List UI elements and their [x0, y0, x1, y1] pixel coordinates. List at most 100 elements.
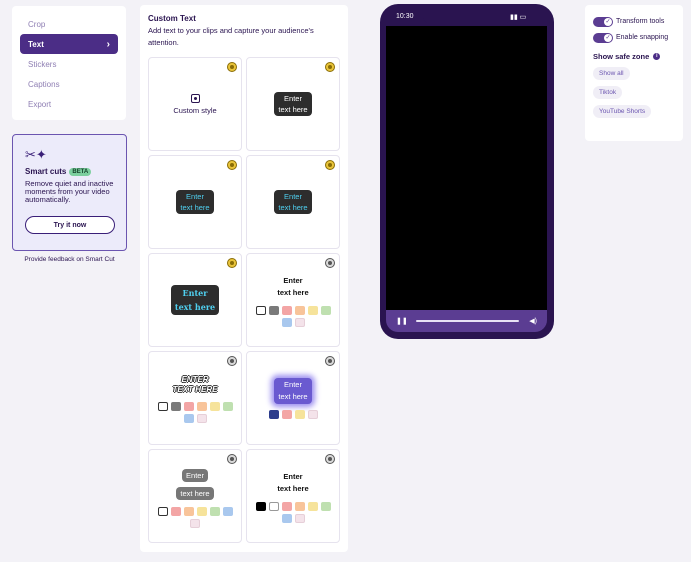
text-preview: Enter text here	[277, 471, 309, 493]
swatch-pink[interactable]	[183, 401, 194, 411]
transform-tools-label: Transform tools	[616, 18, 665, 25]
swatch-rose[interactable]	[196, 413, 207, 423]
swatch-yellow[interactable]	[196, 506, 207, 516]
swatch-green[interactable]	[222, 401, 233, 411]
swatch-gray[interactable]	[268, 305, 279, 315]
volume-icon[interactable]: ◀)	[525, 317, 537, 325]
scissors-sparkle-icon: ✂✦	[25, 147, 47, 162]
swatch-yellow[interactable]	[209, 401, 220, 411]
swatch-pink[interactable]	[281, 501, 292, 511]
chip-show-all[interactable]: Show all	[593, 67, 630, 80]
swatch-white[interactable]	[157, 401, 168, 411]
swatch-navy[interactable]	[268, 409, 279, 419]
swatch-orange[interactable]	[294, 501, 305, 511]
info-icon[interactable]: i	[653, 53, 661, 60]
color-swatches	[157, 401, 233, 423]
swatch-yellow[interactable]	[307, 501, 318, 511]
text-style-plain[interactable]: Enter text here	[246, 253, 340, 347]
enable-snapping-label: Enable snapping	[616, 34, 669, 41]
enable-snapping-toggle[interactable]: ✓	[593, 32, 613, 43]
seek-bar[interactable]	[416, 320, 519, 322]
swatch-blue[interactable]	[281, 317, 292, 327]
text-preview: Enter text here	[274, 190, 312, 214]
custom-style-icon	[190, 93, 200, 103]
settings-icon	[325, 356, 335, 366]
color-swatches	[255, 305, 331, 327]
phone-preview: 10:30 ▮▮ ▭ ❚❚ ◀)	[380, 4, 554, 339]
safe-zone-title: Show safe zone i	[593, 52, 675, 61]
swatch-rose[interactable]	[294, 513, 305, 523]
swatch-pink[interactable]	[281, 409, 292, 419]
nav-item-stickers[interactable]: Stickers	[20, 54, 118, 74]
swatch-pink[interactable]	[281, 305, 292, 315]
text-style-bold-cyan[interactable]: Enter text here	[148, 253, 242, 347]
nav-item-label: Text	[28, 39, 44, 49]
editor-nav: Crop Text › Stickers Captions Export	[12, 6, 126, 120]
custom-text-panel: Custom Text Add text to your clips and c…	[140, 5, 348, 552]
premium-icon	[227, 160, 237, 170]
text-style-plain-2[interactable]: Enter text here	[246, 449, 340, 543]
swatch-green[interactable]	[320, 501, 331, 511]
text-preview: Enter text here	[277, 275, 309, 297]
transform-tools-toggle[interactable]: ✓	[593, 16, 613, 27]
swatch-orange[interactable]	[196, 401, 207, 411]
video-canvas[interactable]	[386, 26, 547, 310]
swatch-green[interactable]	[320, 305, 331, 315]
battery-icon: ▮▮ ▭	[510, 14, 527, 21]
swatch-pink[interactable]	[170, 506, 181, 516]
transform-tools-row: ✓ Transform tools	[593, 15, 675, 28]
swatch-blue[interactable]	[281, 513, 292, 523]
text-style-glow[interactable]: Enter text here	[246, 351, 340, 445]
settings-icon	[325, 258, 335, 268]
text-style-dark-white[interactable]: Enter text here	[246, 57, 340, 151]
swatch-black[interactable]	[255, 501, 266, 511]
swatch-rose[interactable]	[190, 518, 200, 528]
enable-snapping-row: ✓ Enable snapping	[593, 31, 675, 44]
panel-description: Add text to your clips and capture your …	[148, 26, 314, 47]
swatch-white[interactable]	[157, 506, 168, 516]
swatch-yellow[interactable]	[294, 409, 305, 419]
text-style-gray[interactable]: Enter text here	[148, 449, 242, 543]
swatch-blue[interactable]	[183, 413, 194, 423]
chip-tiktok[interactable]: Tiktok	[593, 86, 623, 99]
nav-item-text[interactable]: Text ›	[20, 34, 118, 54]
nav-item-export[interactable]: Export	[20, 94, 118, 114]
swatch-rose[interactable]	[307, 409, 318, 419]
chip-youtube-shorts[interactable]: YouTube Shorts	[593, 105, 652, 118]
premium-icon	[325, 160, 335, 170]
custom-style-label: Custom style	[173, 105, 217, 115]
text-style-dark-cyan-2[interactable]: Enter text here	[246, 155, 340, 249]
swatch-white[interactable]	[268, 501, 279, 511]
swatch-white[interactable]	[255, 305, 266, 315]
swatch-rose[interactable]	[294, 317, 305, 327]
settings-icon	[325, 454, 335, 464]
swatch-green[interactable]	[209, 506, 220, 516]
nav-item-label: Export	[28, 99, 52, 109]
nav-item-label: Captions	[28, 79, 60, 89]
check-icon: ✓	[604, 17, 612, 26]
text-style-dark-cyan[interactable]: Enter text here	[148, 155, 242, 249]
nav-item-label: Stickers	[28, 59, 57, 69]
swatch-gray[interactable]	[170, 401, 181, 411]
text-style-grid: Custom style Enter text here Enter text he…	[148, 57, 340, 543]
pause-icon[interactable]: ❚❚	[396, 317, 410, 325]
text-preview: Enter text here	[170, 285, 220, 315]
beta-badge: BETA	[69, 167, 92, 176]
color-swatches	[268, 409, 318, 419]
panel-title: Custom Text	[148, 14, 196, 23]
player-controls: ❚❚ ◀)	[386, 310, 547, 332]
swatch-orange[interactable]	[183, 506, 194, 516]
swatch-blue[interactable]	[222, 506, 233, 516]
try-it-now-button[interactable]: Try it now	[25, 216, 115, 234]
text-style-custom[interactable]: Custom style	[148, 57, 242, 151]
color-swatches	[157, 506, 233, 528]
settings-icon	[227, 356, 237, 366]
nav-item-captions[interactable]: Captions	[20, 74, 118, 94]
swatch-yellow[interactable]	[307, 305, 318, 315]
smart-cuts-card: ✂✦ Smart cuts BETA Remove quiet and inac…	[12, 134, 127, 251]
text-style-outline[interactable]: ENTER TEXT HERE	[148, 351, 242, 445]
nav-item-crop[interactable]: Crop	[20, 14, 118, 34]
smart-cut-feedback-link[interactable]: Provide feedback on Smart Cut	[12, 256, 127, 263]
check-icon: ✓	[604, 33, 612, 42]
swatch-orange[interactable]	[294, 305, 305, 315]
